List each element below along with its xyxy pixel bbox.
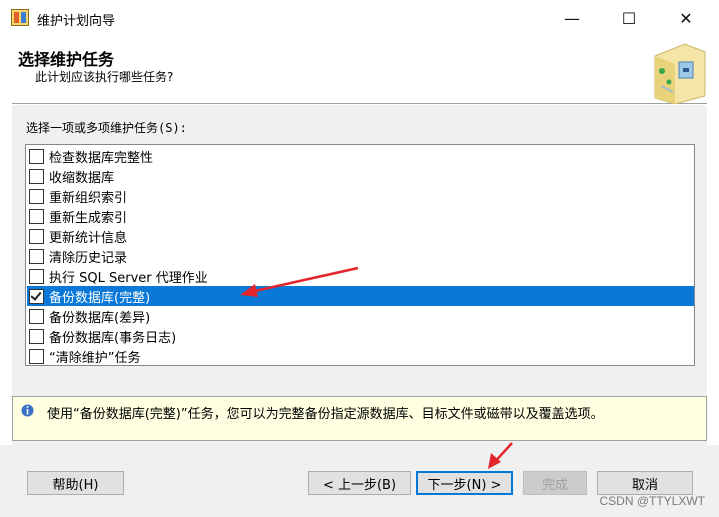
task-checkbox[interactable]: [29, 308, 44, 324]
task-item[interactable]: 备份数据库(事务日志): [27, 326, 694, 346]
task-item[interactable]: 备份数据库(完整): [27, 286, 694, 306]
task-label: 检查数据库完整性: [49, 150, 154, 166]
help-button[interactable]: 帮助(H): [27, 471, 124, 495]
task-item[interactable]: “清除维护”任务: [27, 346, 694, 366]
task-label: 执行 SQL Server 代理作业: [49, 270, 208, 286]
task-label: “清除维护”任务: [49, 350, 141, 366]
watermark: CSDN @TTYLXWT: [599, 494, 705, 508]
task-checkbox[interactable]: [29, 228, 44, 244]
description-text: 使用“备份数据库(完整)”任务，您可以为完整备份指定源数据库、目标文件或磁带以及…: [47, 407, 604, 422]
maximize-button[interactable]: ☐: [605, 0, 653, 36]
page-title: 选择维护任务: [18, 50, 115, 69]
task-list-label: 选择一项或多项维护任务(S):: [26, 121, 187, 135]
task-label: 备份数据库(差异): [49, 310, 151, 326]
task-item[interactable]: 重新生成索引: [27, 206, 694, 226]
task-checkbox[interactable]: [29, 248, 44, 264]
wizard-body: 选择一项或多项维护任务(S): 检查数据库完整性 收缩数据库重新组织索引 重新生成索…: [12, 105, 707, 445]
task-checkbox[interactable]: [29, 188, 44, 204]
back-button[interactable]: < 上一步(B): [308, 471, 411, 495]
task-item[interactable]: 更新统计信息: [27, 226, 694, 246]
task-description: 使用“备份数据库(完整)”任务，您可以为完整备份指定源数据库、目标文件或磁带以及…: [12, 396, 707, 441]
info-icon: [21, 404, 34, 417]
task-checkbox[interactable]: [29, 148, 44, 164]
task-label: 收缩数据库: [49, 170, 115, 186]
minimize-button[interactable]: —: [548, 0, 596, 36]
task-item[interactable]: 清除历史记录: [27, 246, 694, 266]
task-item[interactable]: 检查数据库完整性: [27, 146, 694, 166]
task-label: 备份数据库(完整): [49, 290, 151, 306]
wizard-banner-icon: [654, 43, 706, 104]
checkmark-icon: [30, 288, 42, 301]
task-item[interactable]: 执行 SQL Server 代理作业: [27, 266, 694, 286]
page-subtitle: 此计划应该执行哪些任务?: [35, 70, 174, 84]
task-checkbox[interactable]: [29, 348, 44, 364]
wizard-header: 选择维护任务 此计划应该执行哪些任务?: [12, 38, 707, 104]
task-checkbox[interactable]: [29, 168, 44, 184]
finish-button[interactable]: 完成: [523, 471, 587, 495]
close-button[interactable]: ✕: [662, 0, 710, 36]
task-checklist[interactable]: 检查数据库完整性 收缩数据库重新组织索引 重新生成索引 更新统计信息 清除历史记录执行 …: [25, 144, 695, 366]
task-label: 更新统计信息: [49, 230, 128, 246]
task-item[interactable]: 收缩数据库: [27, 166, 694, 186]
task-label: 备份数据库(事务日志): [49, 330, 177, 346]
task-checkbox[interactable]: [29, 288, 44, 304]
task-label: 清除历史记录: [49, 250, 128, 266]
title-bar: 维护计划向导 — ☐ ✕: [0, 0, 719, 36]
task-item[interactable]: 备份数据库(差异): [27, 306, 694, 326]
task-label: 重新生成索引: [49, 210, 128, 226]
task-checkbox[interactable]: [29, 268, 44, 284]
task-checkbox[interactable]: [29, 328, 44, 344]
window-title: 维护计划向导: [37, 14, 116, 29]
task-label: 重新组织索引: [49, 190, 128, 206]
task-item[interactable]: 重新组织索引: [27, 186, 694, 206]
next-button[interactable]: 下一步(N) >: [416, 471, 513, 495]
app-icon: [11, 9, 29, 26]
task-checkbox[interactable]: [29, 208, 44, 224]
cancel-button[interactable]: 取消: [597, 471, 693, 495]
